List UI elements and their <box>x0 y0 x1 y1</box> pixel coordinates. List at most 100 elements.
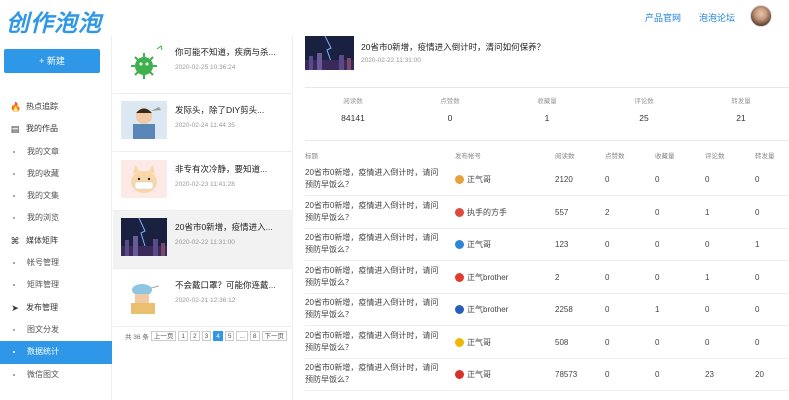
pagination-total: 共 36 条 <box>125 334 149 341</box>
sidebar-item-0[interactable]: 🔥 热点追踪 <box>0 96 112 118</box>
column-header: 评论数 <box>705 153 725 160</box>
list-item[interactable]: 发际头，除了DIY剪头... 2020-02-24 11:44:35 <box>113 94 293 153</box>
row-like: 0 <box>605 305 610 314</box>
article-thumbnail <box>121 159 167 198</box>
sidebar-item-4[interactable]: 我的文集 <box>0 185 112 207</box>
table-row[interactable]: 20省市0新增，疫情进入倒计时，请问预防早饭么？ 正气哥 123 0 0 0 1 <box>305 229 789 261</box>
new-button[interactable]: + 新建 <box>4 49 100 73</box>
row-author[interactable]: 正气brother <box>455 304 508 315</box>
stat-card: 评论数 25 <box>596 92 692 123</box>
article-title: 20省市0新增，疫情进入... <box>175 221 273 232</box>
sidebar-item-2[interactable]: 我的文章 <box>0 141 112 163</box>
row-author[interactable]: 正气哥 <box>455 369 491 380</box>
row-comment: 23 <box>705 370 714 379</box>
sidebar-item-5[interactable]: 我的浏览 <box>0 207 112 229</box>
column-header: 转发量 <box>755 153 775 160</box>
row-fav: 0 <box>655 240 660 249</box>
article-thumbnail <box>121 43 167 81</box>
row-read: 2258 <box>555 305 573 314</box>
prev-page-button[interactable]: 上一页 <box>150 331 177 341</box>
row-author[interactable]: 正气哥 <box>455 337 491 348</box>
row-author[interactable]: 执手的方手 <box>455 207 507 218</box>
account-icon <box>455 272 464 282</box>
stat-card: 点赞数 0 <box>402 92 498 123</box>
row-fav: 1 <box>655 305 660 314</box>
account-icon <box>455 337 464 347</box>
row-title: 20省市0新增，疫情进入倒计时，请问预防早饭么？ <box>305 168 439 189</box>
table-row[interactable]: 20省市0新增，疫情进入倒计时，请问预防早饭么？ 正气哥 78573 0 0 23 20 <box>305 359 789 391</box>
column-header: 标题 <box>305 153 318 160</box>
row-author[interactable]: 正气哥 <box>455 239 491 250</box>
app-window: 创作泡泡 产品官网 泡泡论坛 + 新建 🔥 热点追踪 ▤ 我的作品 我的文章 我的收藏 我的… <box>0 0 789 400</box>
sidebar-item-9[interactable]: ➤ 发布管理 <box>0 297 112 319</box>
row-fav: 0 <box>655 370 660 379</box>
list-item[interactable]: 不会戴口罩？可能你连戴... 2020-02-21 12:36:12 <box>113 269 293 328</box>
list-item[interactable]: 20省市0新增，疫情进入... 2020-02-22 11:31:00 <box>113 210 293 269</box>
article-thumbnail <box>121 217 167 257</box>
account-icon <box>455 207 464 217</box>
sidebar-item-label: 我的浏览 <box>27 213 59 223</box>
list-item[interactable]: 非专有次冷静，要知道... 2020-02-23 11:41:28 <box>113 153 293 211</box>
sidebar-item-6[interactable]: ⌘ 媒体矩阵 <box>0 230 112 252</box>
article-date: 2020-02-24 11:44:35 <box>175 122 235 130</box>
sidebar-item-8[interactable]: 矩阵管理 <box>0 274 112 296</box>
row-title: 20省市0新增，疫情进入倒计时，请问预防早饭么？ <box>305 265 439 287</box>
table-row[interactable]: 20省市0新增，疫情进入倒计时，请问预防早饭么？ 正气哥 2120 0 0 0 0 <box>305 164 789 196</box>
document-icon: ▤ <box>10 124 20 135</box>
sidebar-item-label: 图文分发 <box>27 324 59 334</box>
sidebar-item-label: 数据统计 <box>27 347 59 357</box>
sidebar-item-11[interactable]: 数据统计 <box>0 341 112 364</box>
account-icon <box>455 305 464 314</box>
article-date: 2020-02-23 11:41:28 <box>175 180 235 188</box>
sidebar-item-7[interactable]: 帐号管理 <box>0 252 112 274</box>
article-date: 2020-02-22 11:31:00 <box>175 238 235 246</box>
article-title: 非专有次冷静，要知道... <box>175 163 268 174</box>
row-author[interactable]: 正气brother <box>455 272 508 283</box>
table-row[interactable]: 20省市0新增，疫情进入倒计时，请问预防早饭么？ 正气brother 2258 0 1 0… <box>305 294 789 326</box>
row-like: 0 <box>605 272 610 282</box>
sidebar-item-1[interactable]: ▤ 我的作品 <box>0 118 112 140</box>
author-name: 执手的方手 <box>467 207 507 217</box>
sidebar: + 新建 🔥 热点追踪 ▤ 我的作品我的文章我的收藏 我的文集我的浏览 ⌘ 媒体矩阵 帐号管理… <box>0 36 112 400</box>
stat-label: 转发量 <box>731 98 751 105</box>
author-name: 正气哥 <box>467 240 491 249</box>
column-header: 发布帐号 <box>455 153 481 160</box>
user-avatar[interactable] <box>750 5 772 27</box>
row-title: 20省市0新增，疫情进入倒计时，请问预防早饭么？ <box>305 363 439 384</box>
row-fav: 0 <box>655 175 660 184</box>
stat-label: 点赞数 <box>440 98 460 105</box>
table-row[interactable]: 20省市0新增，疫情进入倒计时，请问预防早饭么？ 正气哥 508 0 0 0 0 <box>305 327 789 359</box>
row-title: 20省市0新增，疫情进入倒计时，请问预防早饭么？ <box>305 200 439 222</box>
link-forum[interactable]: 泡泡论坛 <box>699 11 735 24</box>
pagination: 共 36 条 上一页 1 2 3 4 5... 8 下一页 <box>125 331 288 341</box>
row-share: 0 <box>755 305 760 314</box>
link-product-site[interactable]: 产品官网 <box>645 11 681 24</box>
sidebar-item-10[interactable]: 图文分发 <box>0 319 112 341</box>
sidebar-item-label: 我的作品 <box>26 124 58 134</box>
sidebar-item-3[interactable]: 我的收藏 <box>0 163 112 185</box>
stat-value: 1 <box>544 113 550 123</box>
page-button[interactable]: 3 <box>201 331 212 341</box>
next-page-button[interactable]: 下一页 <box>261 331 288 341</box>
page-button[interactable]: 1 <box>178 331 188 341</box>
page-button[interactable]: 5 <box>224 331 235 341</box>
page-button[interactable]: 4 <box>213 331 223 341</box>
list-item[interactable]: 你可能不知道，疾病与杀... 2020-02-25 10:36:24 <box>113 36 293 94</box>
article-thumbnail <box>121 101 167 140</box>
account-icon <box>455 370 464 379</box>
row-share: 0 <box>755 175 760 184</box>
app-logo[interactable]: 创作泡泡 <box>6 4 102 38</box>
table-row[interactable]: 20省市0新增，疫情进入倒计时，请问预防早饭么？ 正气brother 2 0 0 1 0 <box>305 262 789 294</box>
page-button[interactable]: ... <box>236 331 248 341</box>
sidebar-item-label: 我的文章 <box>27 146 59 156</box>
account-icon <box>455 240 464 249</box>
detail-title: 20省市0新增，疫情进入倒计时，清问如何保养？ <box>361 42 546 52</box>
row-author[interactable]: 正气哥 <box>455 174 491 185</box>
page-button[interactable]: 8 <box>249 331 260 341</box>
row-share: 0 <box>755 207 760 217</box>
sidebar-item-12[interactable]: 微信图文 <box>0 364 112 386</box>
page-button[interactable]: 2 <box>189 331 200 341</box>
stat-value: 0 <box>447 113 453 123</box>
table-row[interactable]: 20省市0新增，疫情进入倒计时，请问预防早饭么？ 执手的方手 557 2 0 1 0 <box>305 197 789 229</box>
article-detail: 20省市0新增，疫情进入倒计时，清问如何保养？ 2020-02-22 11:31… <box>295 36 789 400</box>
